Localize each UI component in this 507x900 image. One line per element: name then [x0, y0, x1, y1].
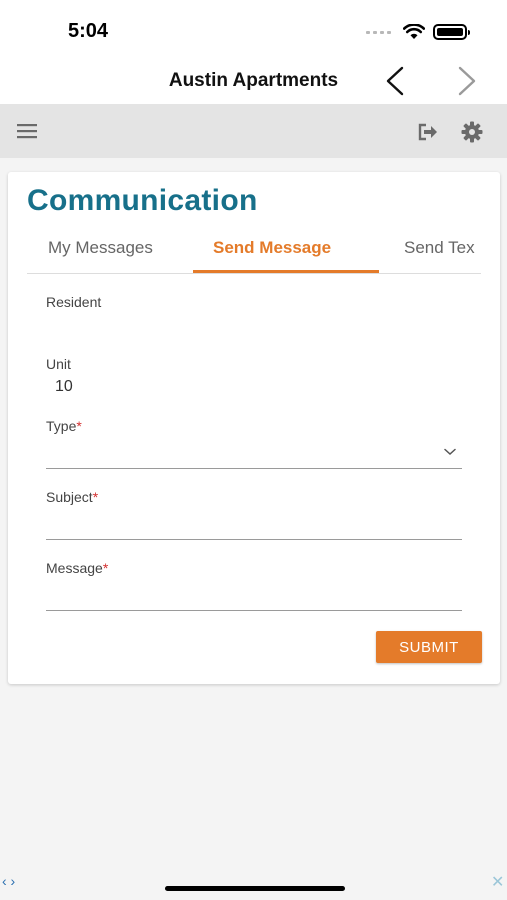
required-mark: * [92, 489, 99, 505]
menu-icon[interactable] [16, 122, 38, 140]
chevron-down-icon [444, 448, 456, 456]
status-indicators [366, 22, 470, 42]
subject-input[interactable] [46, 509, 462, 539]
status-time: 5:04 [68, 20, 109, 42]
logout-icon[interactable] [417, 122, 439, 142]
wifi-icon [403, 24, 425, 39]
status-bar: 5:04 [0, 0, 507, 58]
chevron-left-icon[interactable] [380, 64, 410, 98]
required-mark: * [76, 418, 82, 434]
message-input[interactable] [46, 580, 462, 610]
nav-title: Austin Apartments [168, 70, 339, 91]
active-tab-indicator [193, 270, 379, 273]
communication-card: Communication My Messages Send Message S… [8, 172, 500, 684]
submit-button[interactable]: SUBMIT [376, 631, 482, 663]
message-label: Message* [46, 560, 109, 576]
required-mark: * [102, 560, 109, 576]
tab-bar: My Messages Send Message Send Tex [27, 232, 481, 274]
app-toolbar [0, 104, 507, 158]
subject-underline [46, 539, 462, 540]
type-underline [46, 468, 462, 469]
page-title: Communication [27, 184, 258, 217]
tab-send-message[interactable]: Send Message [213, 238, 331, 258]
battery-icon [433, 24, 470, 40]
message-underline [46, 610, 462, 611]
tab-my-messages[interactable]: My Messages [48, 238, 153, 258]
resident-label: Resident [46, 294, 102, 310]
unit-label: Unit [46, 356, 71, 372]
tab-send-text[interactable]: Send Tex [404, 238, 475, 258]
home-indicator [165, 886, 345, 891]
type-label: Type* [46, 418, 82, 434]
browser-nav-bar: Austin Apartments [0, 58, 507, 104]
unit-value: 10 [55, 378, 73, 395]
bottom-nav-arrows[interactable]: ‹ › [2, 873, 15, 889]
subject-label: Subject* [46, 489, 99, 505]
gear-icon[interactable] [461, 121, 483, 143]
cellular-signal-icon [366, 30, 391, 34]
chevron-right-icon[interactable] [452, 64, 482, 98]
close-icon[interactable]: ✕ [491, 872, 504, 892]
type-select[interactable] [46, 438, 462, 468]
